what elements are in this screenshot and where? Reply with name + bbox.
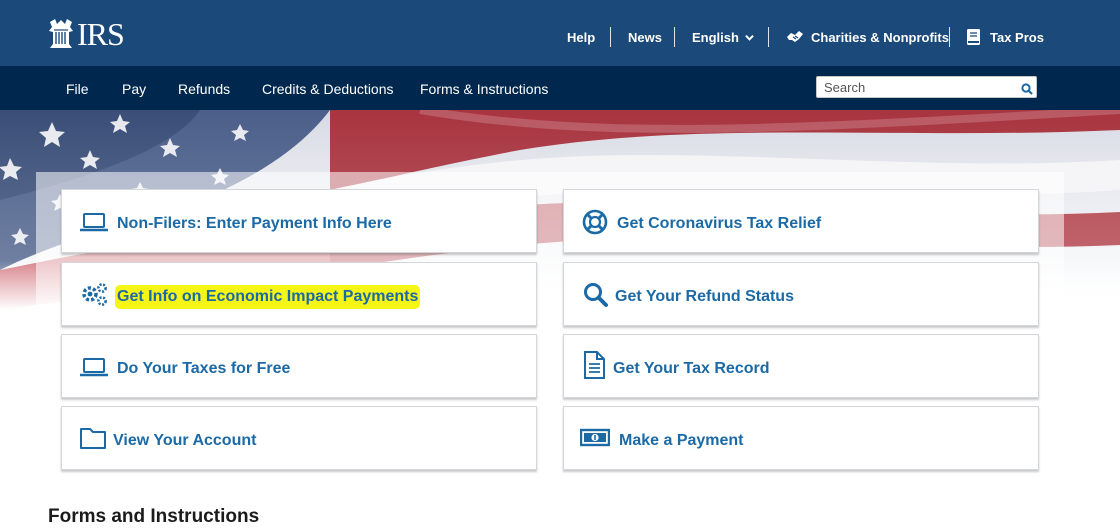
card-view-account[interactable]: View Your Account <box>61 406 537 470</box>
divider <box>768 25 769 49</box>
book-icon <box>967 29 980 45</box>
search-input[interactable] <box>817 77 1017 97</box>
search-box <box>816 76 1037 98</box>
laptop-icon <box>80 358 108 377</box>
logo-text: IRS <box>77 16 125 52</box>
news-link[interactable]: News <box>628 25 662 49</box>
gears-icon <box>82 283 107 306</box>
divider <box>949 25 950 49</box>
document-icon <box>584 351 605 379</box>
news-label: News <box>628 29 662 45</box>
card-label: Get Your Tax Record <box>613 360 770 377</box>
tax-pros-link[interactable]: Tax Pros <box>966 25 1044 49</box>
card-make-payment[interactable]: Make a Payment <box>563 406 1039 470</box>
card-label: Get Info on Economic Impact Payments <box>117 287 419 307</box>
card-non-filers[interactable]: Non-Filers: Enter Payment Info Here <box>61 189 537 253</box>
card-economic-impact-payments[interactable]: Get Info on Economic Impact Payments <box>61 262 537 326</box>
nav-item-refunds[interactable]: Refunds <box>178 80 230 98</box>
card-label: Get Coronavirus Tax Relief <box>617 215 822 232</box>
eagle-icon <box>49 19 73 48</box>
divider <box>610 25 611 49</box>
card-refund-status[interactable]: Get Your Refund Status <box>563 262 1039 326</box>
laptop-icon <box>80 213 108 232</box>
divider <box>674 25 675 49</box>
lifebuoy-icon <box>582 209 608 235</box>
tax-pros-label: Tax Pros <box>990 29 1044 45</box>
card-label: View Your Account <box>113 432 257 449</box>
card-tax-record[interactable]: Get Your Tax Record <box>563 334 1039 398</box>
card-label: Do Your Taxes for Free <box>117 360 291 377</box>
help-label: Help <box>567 29 596 45</box>
search-icon <box>584 283 608 307</box>
handshake-icon <box>787 31 803 42</box>
nav-item-pay[interactable]: Pay <box>122 80 146 98</box>
language-selector[interactable]: English <box>692 25 754 49</box>
irs-logo[interactable]: IRS <box>48 16 125 52</box>
folder-icon <box>80 428 106 449</box>
nav-item-forms-instructions[interactable]: Forms & Instructions <box>420 80 548 98</box>
card-coronavirus-relief[interactable]: Get Coronavirus Tax Relief <box>563 189 1039 253</box>
charities-label: Charities & Nonprofits <box>811 29 949 45</box>
chevron-down-icon <box>745 34 754 41</box>
nav-item-file[interactable]: File <box>66 80 89 98</box>
help-link[interactable]: Help <box>567 25 595 49</box>
section-title-forms: Forms and Instructions <box>48 506 260 527</box>
card-label: Non-Filers: Enter Payment Info Here <box>117 215 392 232</box>
search-icon[interactable] <box>1021 83 1033 95</box>
money-icon <box>580 428 610 447</box>
card-label: Make a Payment <box>619 432 744 449</box>
card-free-taxes[interactable]: Do Your Taxes for Free <box>61 334 537 398</box>
site-header: IRS Help News English Charities & Nonpro… <box>0 0 1120 66</box>
language-label: English <box>692 29 739 45</box>
card-label: Get Your Refund Status <box>615 288 794 305</box>
charities-link[interactable]: Charities & Nonprofits <box>786 25 949 49</box>
nav-item-credits-deductions[interactable]: Credits & Deductions <box>262 80 394 98</box>
